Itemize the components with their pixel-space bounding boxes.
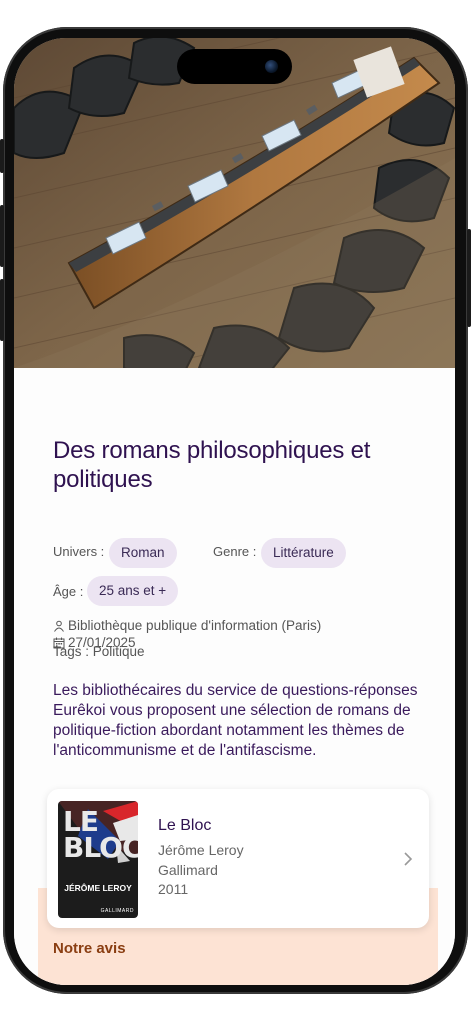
library-name: Bibliothèque publique d'information (Par… xyxy=(68,618,322,633)
book-card[interactable]: LE BLOC JÉRÔME LEROY GALLIMARD Le Bloc J… xyxy=(47,789,429,928)
dynamic-island xyxy=(177,49,292,84)
list-description: Les bibliothécaires du service de questi… xyxy=(53,682,418,759)
genre-label: Genre : xyxy=(213,544,257,559)
age-chip[interactable]: 25 ans et + xyxy=(87,576,179,606)
book-cover: LE BLOC JÉRÔME LEROY GALLIMARD xyxy=(58,801,138,918)
cover-author: JÉRÔME LEROY xyxy=(64,883,132,893)
power-button xyxy=(467,229,471,327)
book-title: Le Bloc xyxy=(158,817,212,834)
cover-publisher: GALLIMARD xyxy=(100,908,134,914)
genre-chip[interactable]: Littérature xyxy=(261,538,346,568)
univers-label: Univers : xyxy=(53,544,105,559)
library-meta: Bibliothèque publique d'information (Par… xyxy=(53,618,321,633)
volume-down-button xyxy=(0,279,4,341)
camera-icon xyxy=(265,60,278,73)
tags-text[interactable]: Tags : Politique xyxy=(53,644,145,659)
person-icon xyxy=(54,620,64,632)
univers-chip[interactable]: Roman xyxy=(109,538,177,568)
hero-image xyxy=(14,38,455,368)
avis-heading: Notre avis xyxy=(53,940,126,957)
book-publisher: Gallimard xyxy=(158,862,218,878)
cover-title: LE BLOC xyxy=(63,805,138,864)
app-screen: Des romans philosophiques et politiques … xyxy=(14,38,455,985)
volume-up-button xyxy=(0,205,4,267)
book-year: 2011 xyxy=(158,881,189,897)
action-button xyxy=(0,139,4,173)
page-title: Des romans philosophiques et politiques xyxy=(53,437,371,493)
age-label: Âge : xyxy=(53,584,84,599)
book-author: Jérôme Leroy xyxy=(158,842,244,858)
list-detail: Des romans philosophiques et politiques … xyxy=(14,368,455,985)
chevron-right-icon[interactable] xyxy=(402,851,414,867)
